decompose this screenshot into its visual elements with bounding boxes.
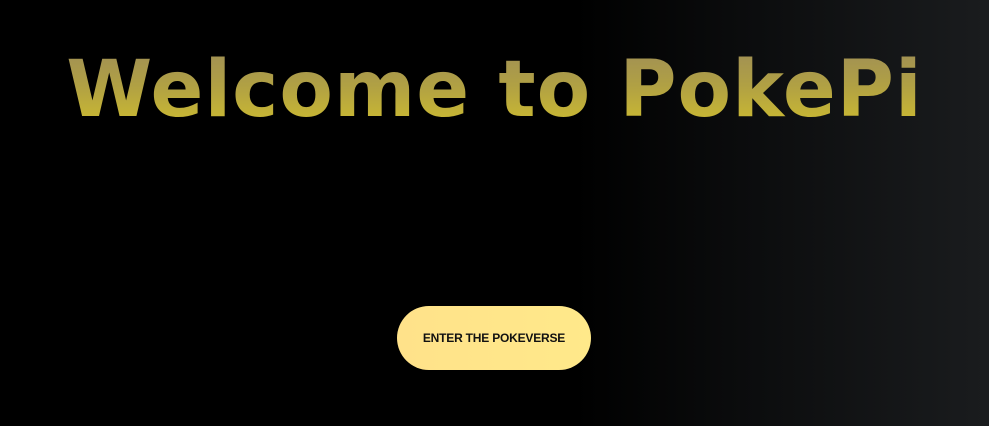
enter-pokeverse-button-label: ENTER THE POKEVERSE <box>422 331 566 345</box>
page-title: Welcome to PokePi <box>0 40 989 140</box>
enter-pokeverse-button[interactable]: ENTER THE POKEVERSE <box>397 306 591 370</box>
